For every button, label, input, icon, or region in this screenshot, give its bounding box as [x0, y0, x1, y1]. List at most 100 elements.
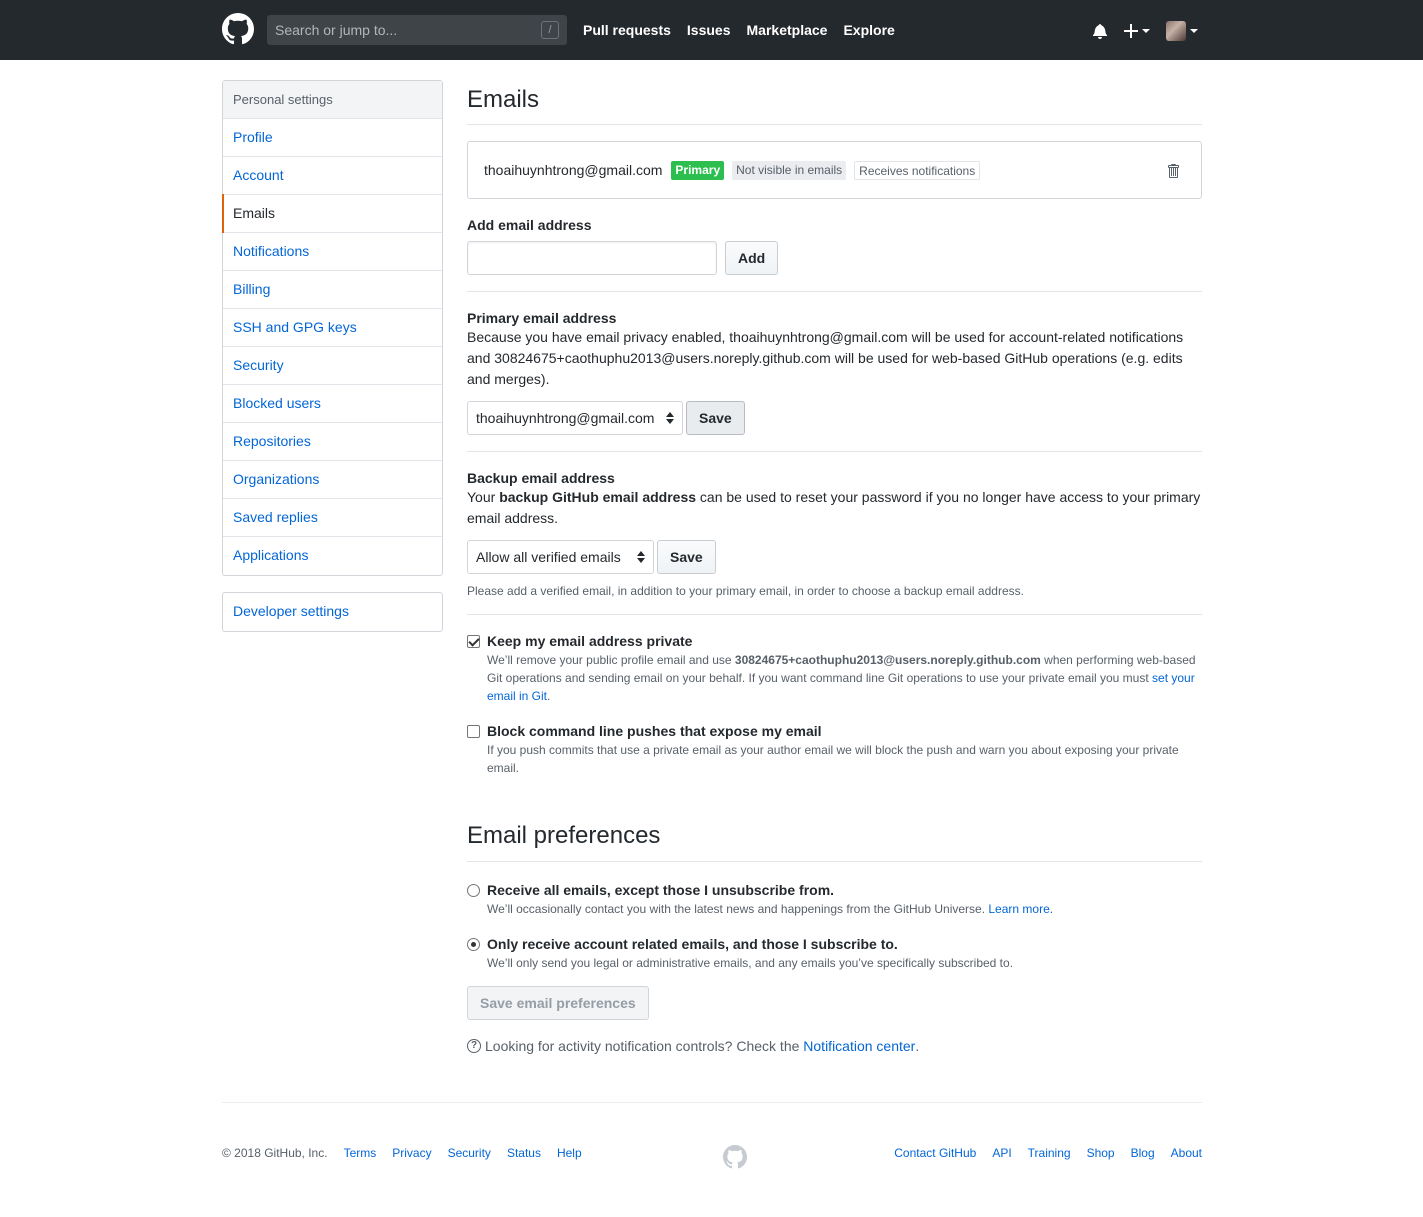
- email-list-item: thoaihuynhtrong@gmail.com Primary Not vi…: [467, 141, 1202, 199]
- footer-link-shop[interactable]: Shop: [1087, 1146, 1115, 1160]
- footer-left: © 2018 GitHub, Inc. Terms Privacy Securi…: [222, 1146, 598, 1160]
- save-email-preferences-button[interactable]: Save email preferences: [467, 986, 649, 1020]
- sidebar-item-developer-settings[interactable]: Developer settings: [223, 593, 442, 631]
- top-header: / Pull requests Issues Marketplace Explo…: [0, 0, 1423, 60]
- help-text: Looking for activity notification contro…: [485, 1038, 800, 1054]
- primary-email-description: Because you have email privacy enabled, …: [467, 329, 1184, 387]
- preference-account-note: We’ll only send you legal or administrat…: [487, 956, 1014, 970]
- footer-link-terms[interactable]: Terms: [344, 1146, 377, 1160]
- sidebar-item-ssh-gpg-keys[interactable]: SSH and GPG keys: [223, 309, 442, 347]
- add-email-section: Add email address Add: [467, 217, 1202, 292]
- nav-explore[interactable]: Explore: [843, 22, 894, 38]
- save-backup-email-button[interactable]: Save: [657, 540, 716, 574]
- personal-settings-menu: Personal settings Profile Account Emails…: [222, 80, 443, 576]
- email-preferences-title: Email preferences: [467, 822, 661, 849]
- avatar: [1166, 21, 1186, 41]
- preference-account-radio[interactable]: [467, 938, 480, 951]
- primary-email-label: Primary email address: [467, 310, 617, 326]
- user-menu-dropdown[interactable]: [1166, 21, 1198, 41]
- settings-sidebar: Personal settings Profile Account Emails…: [222, 80, 443, 632]
- menu-heading: Personal settings: [223, 81, 442, 119]
- block-pushes-option: Block command line pushes that expose my…: [467, 723, 1202, 777]
- chevron-down-icon: [1142, 29, 1150, 33]
- footer-link-about[interactable]: About: [1171, 1146, 1202, 1160]
- notification-help: ? Looking for activity notification cont…: [467, 1038, 1202, 1054]
- preference-all-title: Receive all emails, except those I unsub…: [487, 882, 835, 898]
- search-box: /: [267, 15, 567, 45]
- add-email-button[interactable]: Add: [725, 241, 779, 275]
- github-logo-icon[interactable]: [222, 13, 254, 45]
- sidebar-item-blocked-users[interactable]: Blocked users: [223, 385, 442, 423]
- sidebar-item-account[interactable]: Account: [223, 157, 442, 195]
- block-pushes-note: If you push commits that use a private e…: [487, 743, 1179, 775]
- main-content: Emails thoaihuynhtrong@gmail.com Primary…: [467, 80, 1202, 1054]
- save-primary-email-button[interactable]: Save: [686, 401, 745, 435]
- select-arrows-icon: [637, 551, 645, 563]
- copyright: © 2018 GitHub, Inc.: [222, 1146, 328, 1160]
- search-input[interactable]: [267, 15, 567, 45]
- not-visible-badge: Not visible in emails: [732, 160, 847, 180]
- sidebar-item-emails[interactable]: Emails: [222, 194, 442, 233]
- nav-pull-requests[interactable]: Pull requests: [583, 22, 671, 38]
- add-email-input[interactable]: [467, 241, 717, 275]
- keep-email-private-option: Keep my email address private We’ll remo…: [467, 633, 1202, 705]
- learn-more-link[interactable]: Learn more.: [988, 902, 1053, 916]
- keep-email-private-checkbox[interactable]: [467, 635, 480, 648]
- sidebar-item-security[interactable]: Security: [223, 347, 442, 385]
- notifications-bell-icon[interactable]: [1092, 23, 1108, 39]
- block-pushes-title: Block command line pushes that expose my…: [487, 723, 822, 739]
- footer-link-api[interactable]: API: [992, 1146, 1011, 1160]
- primary-badge: Primary: [671, 160, 725, 180]
- sidebar-item-saved-replies[interactable]: Saved replies: [223, 499, 442, 537]
- create-new-dropdown[interactable]: [1124, 24, 1150, 38]
- preference-option-account: Only receive account related emails, and…: [467, 936, 1202, 972]
- github-footer-logo-icon[interactable]: [723, 1145, 747, 1169]
- footer-link-security[interactable]: Security: [448, 1146, 491, 1160]
- header-actions: [1092, 19, 1214, 43]
- keep-email-private-title: Keep my email address private: [487, 633, 693, 649]
- nav-issues[interactable]: Issues: [687, 22, 731, 38]
- main-nav: Pull requests Issues Marketplace Explore: [583, 0, 911, 60]
- email-preferences-subhead: Email preferences: [467, 822, 1202, 862]
- footer: © 2018 GitHub, Inc. Terms Privacy Securi…: [222, 1102, 1202, 1169]
- footer-link-status[interactable]: Status: [507, 1146, 541, 1160]
- backup-email-selected-value: Allow all verified emails: [476, 549, 621, 565]
- sidebar-item-organizations[interactable]: Organizations: [223, 461, 442, 499]
- primary-email-section: Primary email address Because you have e…: [467, 292, 1202, 452]
- add-email-label: Add email address: [467, 217, 592, 233]
- backup-email-label: Backup email address: [467, 470, 615, 486]
- backup-email-description: Your backup GitHub email address can be …: [467, 489, 1201, 526]
- footer-link-training[interactable]: Training: [1028, 1146, 1071, 1160]
- question-icon: ?: [467, 1039, 481, 1053]
- receives-notifications-badge: Receives notifications: [854, 160, 981, 180]
- footer-link-contact[interactable]: Contact GitHub: [894, 1146, 976, 1160]
- select-arrows-icon: [666, 412, 674, 424]
- footer-link-help[interactable]: Help: [557, 1146, 582, 1160]
- preference-all-radio[interactable]: [467, 884, 480, 897]
- footer-right: Contact GitHub API Training Shop Blog Ab…: [878, 1146, 1202, 1160]
- trash-icon[interactable]: [1167, 163, 1179, 179]
- footer-link-blog[interactable]: Blog: [1131, 1146, 1155, 1160]
- plus-icon: [1124, 24, 1138, 38]
- block-pushes-checkbox[interactable]: [467, 725, 480, 738]
- page-title: Emails: [467, 86, 540, 113]
- keep-email-private-note: We’ll remove your public profile email a…: [487, 653, 1196, 703]
- chevron-down-icon: [1190, 29, 1198, 33]
- preference-account-title: Only receive account related emails, and…: [487, 936, 898, 952]
- sidebar-item-profile[interactable]: Profile: [223, 119, 442, 157]
- nav-marketplace[interactable]: Marketplace: [747, 22, 828, 38]
- sidebar-item-billing[interactable]: Billing: [223, 271, 442, 309]
- email-address: thoaihuynhtrong@gmail.com: [484, 162, 663, 178]
- backup-email-section: Backup email address Your backup GitHub …: [467, 452, 1202, 615]
- emails-subhead: Emails: [467, 80, 1202, 125]
- slash-shortcut-key: /: [541, 21, 559, 39]
- primary-email-selected-value: thoaihuynhtrong@gmail.com: [476, 410, 655, 426]
- preference-option-all: Receive all emails, except those I unsub…: [467, 882, 1202, 918]
- sidebar-item-applications[interactable]: Applications: [223, 537, 442, 575]
- footer-link-privacy[interactable]: Privacy: [392, 1146, 431, 1160]
- sidebar-item-repositories[interactable]: Repositories: [223, 423, 442, 461]
- primary-email-select[interactable]: thoaihuynhtrong@gmail.com: [467, 401, 683, 435]
- backup-email-select[interactable]: Allow all verified emails: [467, 540, 654, 574]
- sidebar-item-notifications[interactable]: Notifications: [223, 233, 442, 271]
- notification-center-link[interactable]: Notification center: [803, 1038, 915, 1054]
